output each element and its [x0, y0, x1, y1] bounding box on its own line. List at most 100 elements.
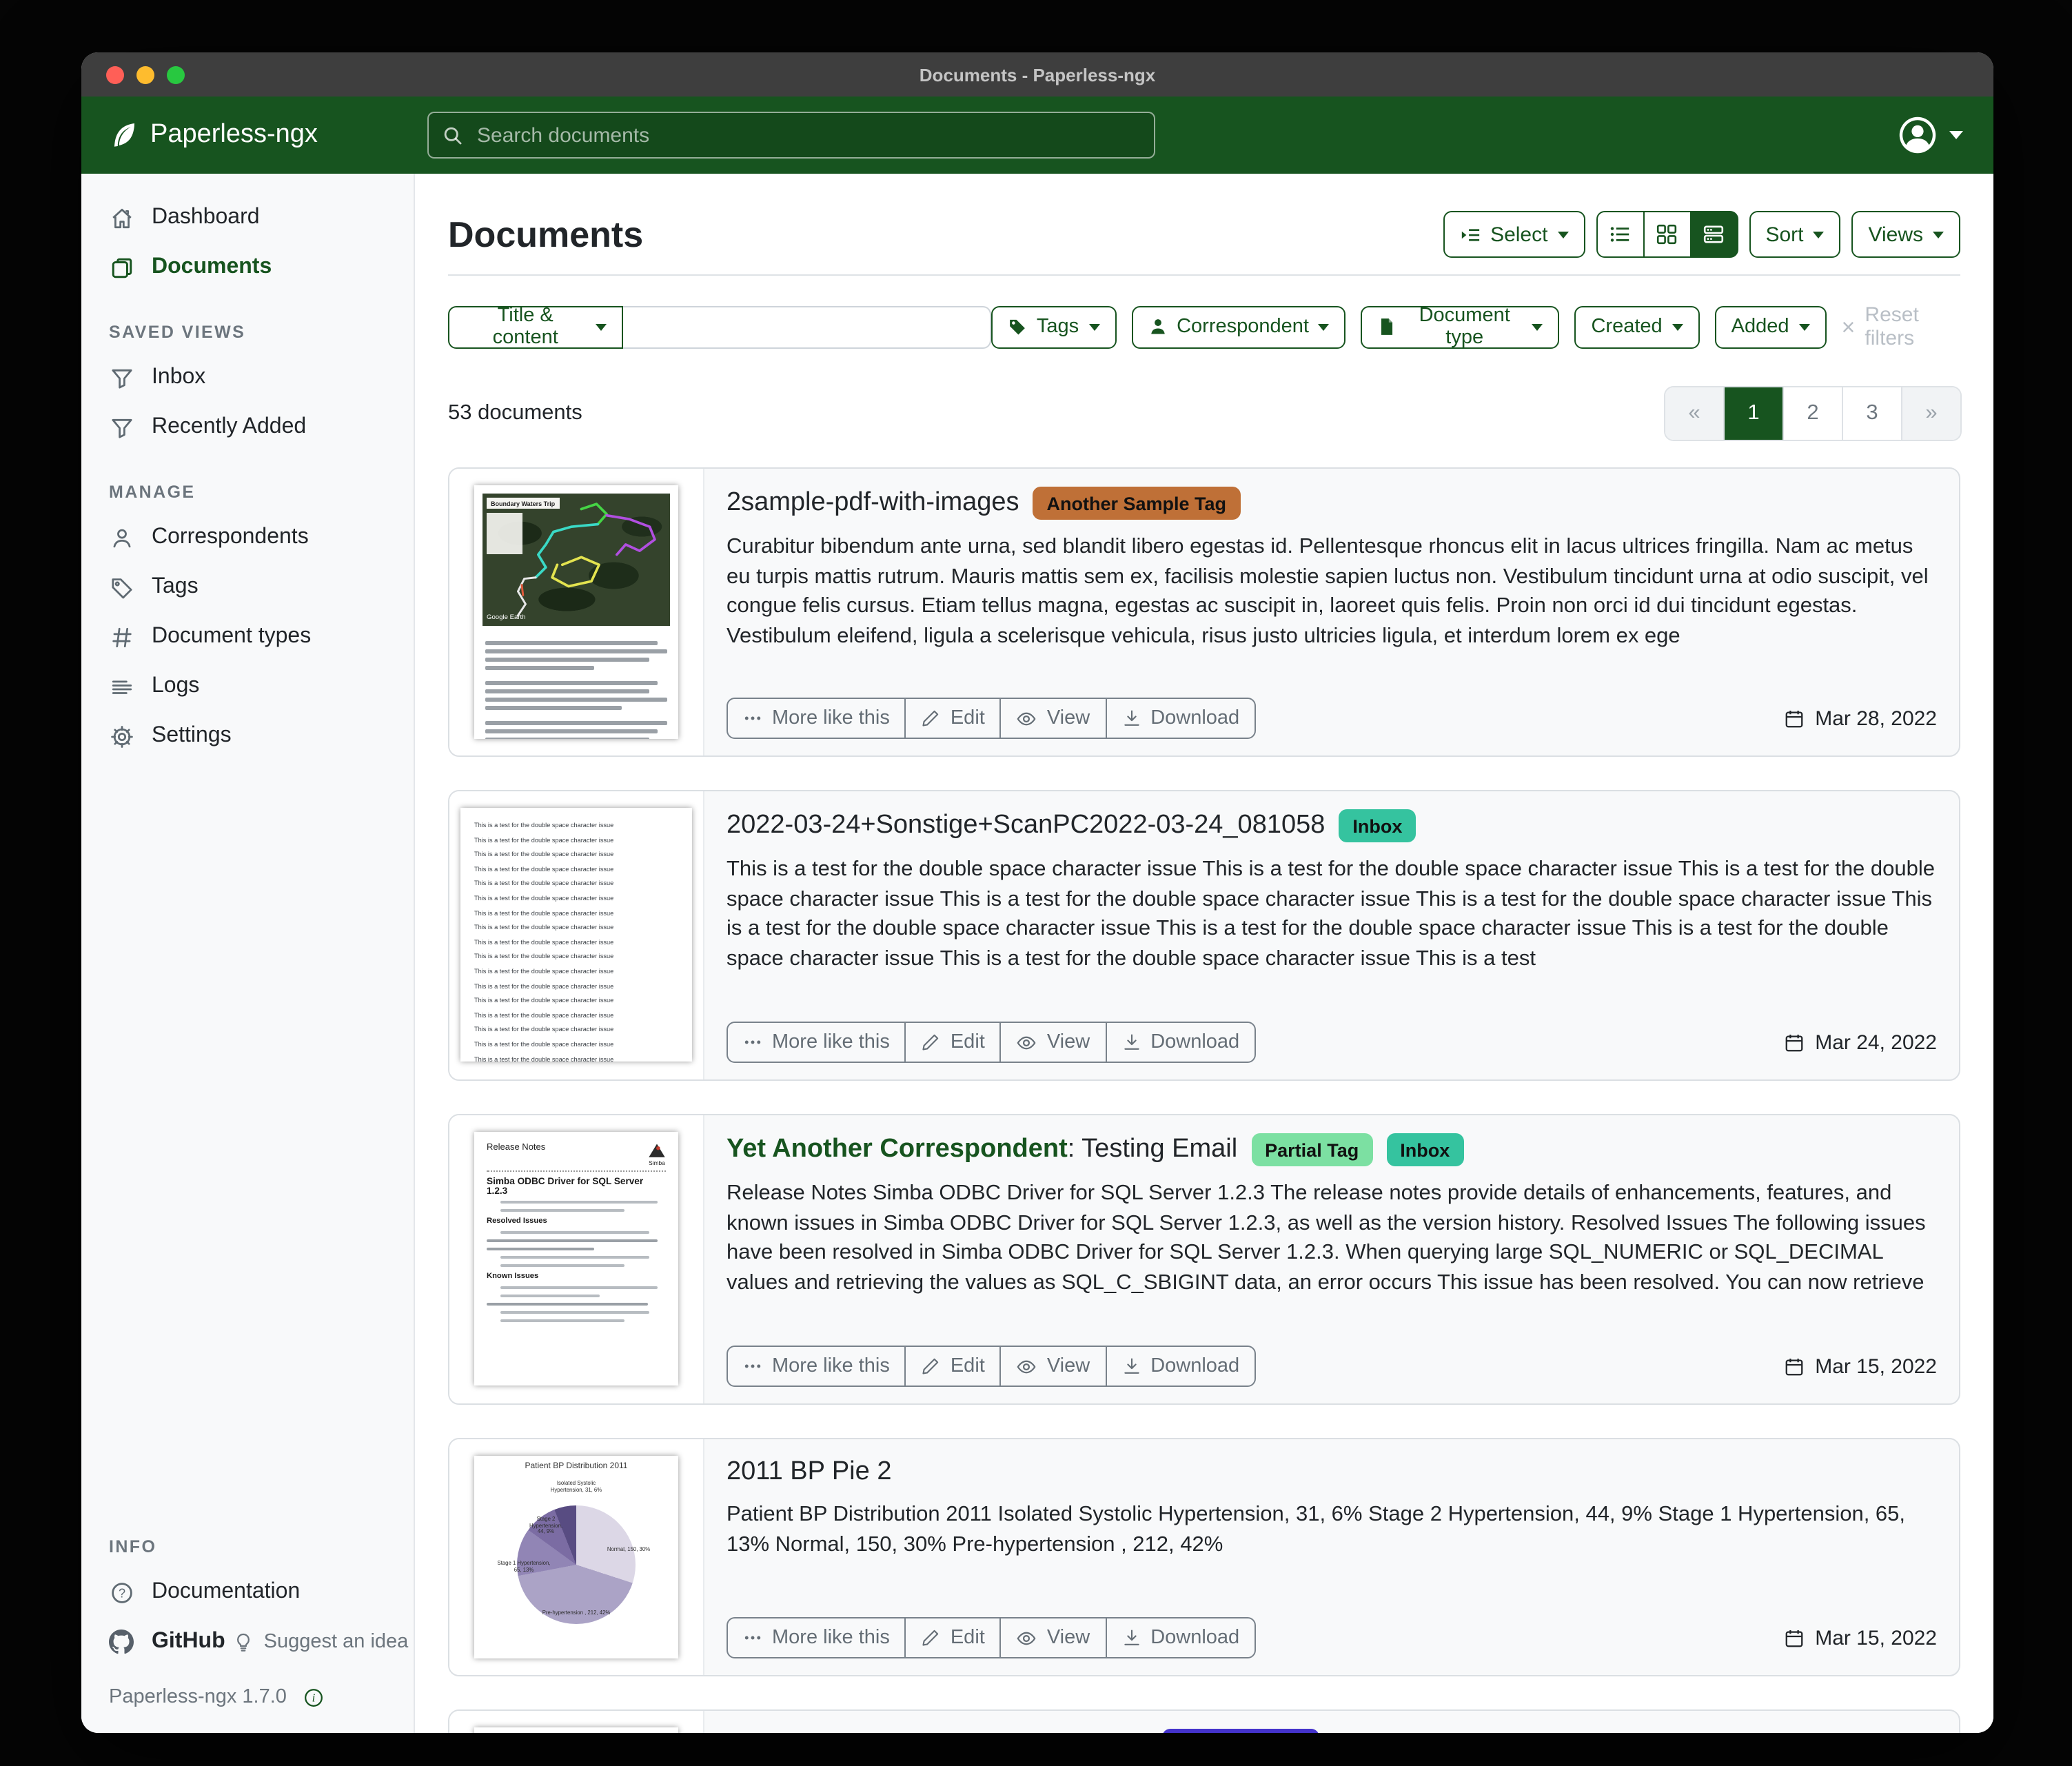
correspondent-filter-label: Correspondent — [1177, 316, 1309, 338]
sidebar-item-documents[interactable]: Documents — [81, 243, 414, 292]
sidebar-item-github[interactable]: GitHub — [81, 1617, 234, 1667]
tag-badge[interactable]: Another Sample Tag — [1033, 487, 1241, 520]
document-thumbnail[interactable]: This is a test for the double space char… — [449, 791, 704, 1079]
document-title[interactable]: 2022-03-24+Sonstige+ScanPC2022-03-24_081… — [727, 811, 1325, 841]
user-avatar[interactable] — [1897, 114, 1938, 156]
document-title[interactable]: 2sample-pdf-with-images — [727, 488, 1019, 518]
filter-text-input[interactable] — [623, 305, 991, 348]
caret-down-icon — [1799, 323, 1810, 330]
document-actions: More like this Edit View — [727, 1022, 1256, 1063]
view-button[interactable]: View — [1000, 1346, 1106, 1387]
select-button-label: Select — [1490, 223, 1547, 246]
pagination-page-3[interactable]: 3 — [1842, 387, 1901, 440]
simba-label: Simba — [648, 1159, 666, 1166]
more-like-this-button[interactable]: More like this — [727, 1022, 906, 1063]
sidebar-item-correspondents[interactable]: Correspondents — [81, 513, 414, 562]
download-button[interactable]: Download — [1105, 1022, 1256, 1063]
document-date: Mar 15, 2022 — [1783, 1354, 1937, 1378]
sidebar-item-tags[interactable]: Tags — [81, 562, 414, 612]
download-button[interactable]: Download — [1105, 1617, 1256, 1658]
download-button[interactable]: Download — [1105, 1346, 1256, 1387]
info-circle-icon[interactable]: i — [303, 1687, 324, 1707]
sort-button[interactable]: Sort — [1749, 211, 1840, 258]
date-label: Mar 15, 2022 — [1815, 1626, 1937, 1650]
date-label: Mar 15, 2022 — [1815, 1354, 1937, 1378]
document-card: French Country Bread French Country Brea… — [448, 1709, 1960, 1733]
pagination-last-button[interactable]: » — [1901, 387, 1960, 440]
tag-badge[interactable]: Inbox — [1386, 1133, 1463, 1166]
pagination-page-2[interactable]: 2 — [1782, 387, 1842, 440]
sidebar-item-settings[interactable]: Settings — [81, 711, 414, 761]
added-filter-button[interactable]: Added — [1715, 305, 1827, 348]
tag-badge[interactable]: Inbox — [1339, 809, 1416, 842]
tags-filter-label: Tags — [1037, 316, 1079, 338]
download-button[interactable]: Download — [1105, 698, 1256, 739]
document-thumbnail[interactable]: Release Notes Simba Simba ODBC Driver fo… — [449, 1115, 704, 1403]
main-content: Documents Select — [415, 174, 1993, 1733]
document-thumbnail[interactable]: Patient BP Distribution 2011 Isolated Sy… — [449, 1439, 704, 1675]
window-title: Documents - Paperless-ngx — [920, 64, 1155, 85]
sidebar-item-label: Inbox — [152, 365, 205, 390]
document-thumbnail[interactable]: Boundary Waters Trip Google Earth — [449, 469, 704, 755]
app-brand-label: Paperless-ngx — [150, 120, 318, 150]
pie-label: Stage 2 Hypertension, 44, 9% — [521, 1516, 571, 1536]
sidebar-item-suggest-idea[interactable]: Suggest an idea — [234, 1618, 409, 1665]
correspondent-filter-button[interactable]: Correspondent — [1131, 305, 1346, 348]
list-view-button[interactable] — [1596, 211, 1644, 258]
tags-filter-button[interactable]: Tags — [991, 305, 1116, 348]
pie-chart-title: Patient BP Distribution 2011 — [474, 1456, 678, 1471]
grid-view-button[interactable] — [1643, 211, 1691, 258]
more-like-this-button[interactable]: More like this — [727, 698, 906, 739]
document-type-filter-button[interactable]: Document type — [1361, 305, 1560, 348]
detail-view-button[interactable] — [1689, 211, 1738, 258]
date-label: Mar 24, 2022 — [1815, 1031, 1937, 1054]
document-title[interactable]: 2011 BP Pie 2 — [727, 1457, 891, 1488]
document-correspondent-link[interactable]: Yet Another Correspondent — [727, 1135, 1068, 1164]
sidebar-item-dashboard[interactable]: Dashboard — [81, 193, 414, 243]
sidebar-item-recently-added[interactable]: Recently Added — [81, 403, 414, 452]
pie-label: Pre-hypertension , 212, 42% — [532, 1610, 620, 1616]
action-label: More like this — [772, 1031, 890, 1053]
pencil-icon — [922, 709, 941, 728]
views-button[interactable]: Views — [1852, 211, 1961, 258]
view-button[interactable]: View — [1000, 1617, 1106, 1658]
pagination-first-button[interactable]: « — [1665, 387, 1723, 440]
view-button[interactable]: View — [1000, 1022, 1106, 1063]
document-thumbnail[interactable]: French Country Bread — [449, 1711, 704, 1733]
edit-button[interactable]: Edit — [905, 1346, 1002, 1387]
edit-button[interactable]: Edit — [905, 1617, 1002, 1658]
minimize-window-button[interactable] — [136, 65, 154, 83]
sidebar-item-inbox[interactable]: Inbox — [81, 353, 414, 403]
edit-button[interactable]: Edit — [905, 1022, 1002, 1063]
caret-down-icon — [1933, 231, 1944, 238]
sidebar-item-document-types[interactable]: Document types — [81, 612, 414, 662]
more-like-this-button[interactable]: More like this — [727, 1617, 906, 1658]
sidebar-item-documentation[interactable]: ? Documentation — [81, 1567, 414, 1617]
view-button[interactable]: View — [1000, 698, 1106, 739]
close-window-button[interactable] — [106, 65, 124, 83]
pencil-icon — [922, 1628, 941, 1647]
lightbulb-icon — [234, 1632, 254, 1652]
created-filter-button[interactable]: Created — [1574, 305, 1699, 348]
maximize-window-button[interactable] — [167, 65, 185, 83]
window-controls — [106, 52, 185, 97]
user-menu-caret-icon[interactable] — [1949, 131, 1963, 139]
reset-filters-button[interactable]: × Reset filters — [1842, 303, 1960, 350]
edit-button[interactable]: Edit — [905, 698, 1002, 739]
document-title[interactable]: Yet Another Correspondent: Testing Email — [727, 1135, 1237, 1165]
search-input[interactable] — [474, 122, 1140, 148]
home-icon — [109, 206, 134, 230]
filter-field-button[interactable]: Title & content — [448, 305, 623, 348]
document-title[interactable]: French Country Bread Revised.docx — [727, 1730, 1149, 1733]
sidebar-item-logs[interactable]: Logs — [81, 662, 414, 711]
tag-badge[interactable]: Partial Tag — [1251, 1133, 1372, 1166]
release-doc-section: Known Issues — [487, 1273, 666, 1281]
release-doc-title: Simba ODBC Driver for SQL Server 1.2.3 — [487, 1177, 666, 1196]
release-notes-heading: Release Notes — [487, 1143, 545, 1153]
tag-badge[interactable]: TagWithPartial — [1163, 1729, 1319, 1733]
app-brand[interactable]: Paperless-ngx — [81, 120, 427, 150]
pagination-page-1[interactable]: 1 — [1723, 387, 1782, 440]
select-button[interactable]: Select — [1443, 211, 1585, 258]
download-icon — [1121, 1033, 1141, 1052]
more-like-this-button[interactable]: More like this — [727, 1346, 906, 1387]
